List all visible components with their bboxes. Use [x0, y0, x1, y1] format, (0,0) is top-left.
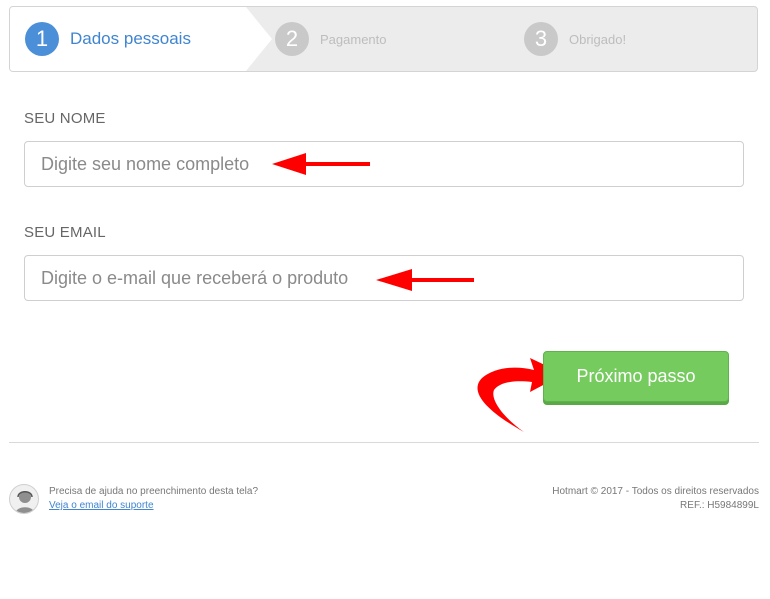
- step-label-obrigado: Obrigado!: [569, 31, 627, 47]
- support-email-link[interactable]: Veja o email do suporte: [49, 500, 154, 511]
- reference-code: REF.: H5984899L: [680, 500, 759, 511]
- checkout-stepper: 1 Dados pessoais 2 Pagamento 3 Obrigado!: [9, 6, 758, 72]
- email-label: SEU EMAIL: [24, 224, 106, 241]
- step-number-1: 1: [25, 22, 59, 56]
- annotation-arrow-name-icon: [272, 153, 370, 175]
- name-label: SEU NOME: [24, 110, 106, 127]
- step-obrigado: 3 Obrigado!: [524, 7, 626, 71]
- step-dados-pessoais: 1 Dados pessoais: [25, 7, 191, 71]
- help-text: Precisa de ajuda no preenchimento desta …: [49, 486, 259, 497]
- step-label-dados-pessoais: Dados pessoais: [70, 29, 191, 48]
- step-pagamento: 2 Pagamento: [275, 7, 387, 71]
- step-number-3: 3: [524, 22, 558, 56]
- step-number-2: 2: [275, 22, 309, 56]
- footer-divider: [9, 442, 759, 443]
- next-step-button[interactable]: Próximo passo: [543, 351, 729, 402]
- annotation-arrow-email-icon: [376, 269, 474, 291]
- step-label-pagamento: Pagamento: [320, 31, 387, 47]
- support-agent-icon: [9, 484, 39, 514]
- copyright-text: Hotmart © 2017 - Todos os direitos reser…: [552, 486, 759, 497]
- name-input[interactable]: [24, 141, 744, 187]
